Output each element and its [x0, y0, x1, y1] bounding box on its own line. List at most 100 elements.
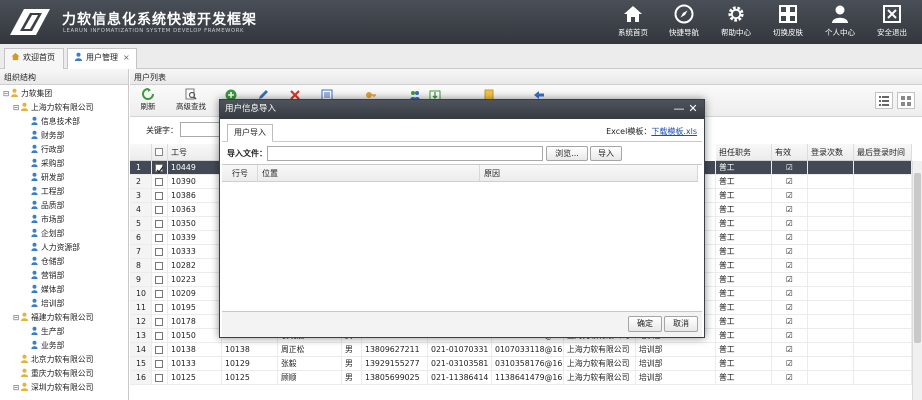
row-checkbox[interactable]: [155, 178, 163, 186]
nav-help[interactable]: 帮助中心: [710, 4, 762, 42]
tree-node[interactable]: 北京力软有限公司: [13, 353, 93, 367]
grid-header-last-login[interactable]: 最后登录时间: [854, 144, 912, 161]
tree-node[interactable]: 仓储部: [23, 255, 64, 269]
cell-last: [854, 189, 912, 203]
cell-id: 10449: [168, 161, 222, 175]
tree-node[interactable]: 信息技术部: [23, 115, 80, 129]
row-checkbox[interactable]: [155, 262, 163, 270]
tab-welcome[interactable]: 欢迎首页: [4, 48, 64, 69]
nav-home[interactable]: 系统首页: [607, 4, 659, 42]
row-checkbox[interactable]: [155, 276, 163, 284]
tree-node[interactable]: 品质部: [23, 199, 64, 213]
row-checkbox[interactable]: [155, 304, 163, 312]
row-checkbox[interactable]: [155, 332, 163, 340]
row-checkbox[interactable]: [155, 374, 163, 382]
tree-toggle-icon[interactable]: ⊟: [3, 87, 10, 101]
cell-job: 普工: [716, 259, 772, 273]
row-checkbox[interactable]: [155, 360, 163, 368]
row-checkbox[interactable]: [155, 164, 164, 174]
dialog-title-bar[interactable]: 用户信息导入 — ✕: [220, 100, 704, 119]
tree-node[interactable]: 媒体部: [23, 283, 64, 297]
cell-valid: ☑: [772, 217, 808, 231]
tab-user-import[interactable]: 用户导入: [227, 124, 273, 142]
nav-quick[interactable]: 快捷导航: [658, 4, 710, 42]
import-button[interactable]: 导入: [590, 146, 622, 161]
close-icon[interactable]: ✕: [687, 102, 699, 116]
cancel-button[interactable]: 取消: [664, 316, 698, 332]
tree-node[interactable]: 人力资源部: [23, 241, 80, 255]
tree-node[interactable]: 研发部: [23, 171, 64, 185]
cell-no: 8: [130, 259, 152, 273]
cell-last: [854, 357, 912, 371]
tree-node[interactable]: ⊟ 福建力软有限公司: [13, 311, 93, 325]
tree-node[interactable]: 培训部: [23, 297, 64, 311]
tree-node[interactable]: 采购部: [23, 157, 64, 171]
nav-logout[interactable]: 安全退出: [866, 4, 918, 42]
tree-node[interactable]: 行政部: [23, 143, 64, 157]
cell-company: 上海力软有限公司: [564, 371, 636, 385]
tree-node[interactable]: ⊟ 深圳力软有限公司: [13, 381, 93, 395]
list-view-button[interactable]: [875, 92, 893, 109]
cell-last: [854, 315, 912, 329]
row-checkbox[interactable]: [155, 318, 163, 326]
nav-skin[interactable]: 切换皮肤: [762, 4, 814, 42]
nav-profile[interactable]: 个人中心: [814, 4, 866, 42]
grid-header-rownum: [130, 144, 152, 161]
row-checkbox[interactable]: [155, 248, 163, 256]
row-checkbox[interactable]: [155, 206, 163, 214]
tree-toggle-icon[interactable]: ⊟: [13, 311, 20, 325]
row-checkbox[interactable]: [155, 290, 163, 298]
cell-dept: 培训部: [636, 371, 716, 385]
department-icon: [31, 172, 38, 181]
tree-node[interactable]: 财务部: [23, 129, 64, 143]
scrollbar-thumb[interactable]: [914, 173, 921, 343]
grid-header-login-count[interactable]: 登录次数: [808, 144, 854, 161]
grid-header-valid[interactable]: 有效: [772, 144, 808, 161]
close-icon[interactable]: ×: [123, 53, 130, 62]
tree-node[interactable]: ⊟ 上海力软有限公司: [13, 101, 93, 115]
select-all-checkbox[interactable]: [155, 148, 163, 156]
tree-toggle-icon[interactable]: ⊟: [13, 381, 20, 395]
compass-icon: [674, 4, 694, 24]
advanced-search-button[interactable]: 高级查找: [173, 87, 209, 115]
cell-mobile: 13929155277: [362, 357, 428, 371]
cell-tel: 021-03103581: [428, 357, 492, 371]
cell-job: 普工: [716, 245, 772, 259]
tree-node[interactable]: 重庆力软有限公司: [13, 367, 93, 381]
tree-node[interactable]: 生产部: [23, 325, 64, 339]
cell-job: 普工: [716, 231, 772, 245]
tree-node[interactable]: 企划部: [23, 227, 64, 241]
cell-name: 张毅: [278, 357, 342, 371]
cell-id: 10386: [168, 189, 222, 203]
grid-view-button[interactable]: [897, 92, 915, 109]
row-checkbox[interactable]: [155, 220, 163, 228]
grid-header-checkbox[interactable]: [152, 144, 168, 161]
row-checkbox[interactable]: [155, 346, 163, 354]
tab-user-management[interactable]: 用户管理 ×: [67, 48, 137, 69]
row-checkbox[interactable]: [155, 192, 163, 200]
exit-icon: [883, 5, 901, 23]
grid-header-id[interactable]: 工号: [168, 144, 222, 161]
vertical-scrollbar[interactable]: [912, 161, 922, 400]
confirm-button[interactable]: 确定: [628, 316, 662, 332]
tab-bar: 欢迎首页 用户管理 ×: [0, 44, 922, 69]
row-checkbox[interactable]: [155, 234, 163, 242]
tree-node[interactable]: 营销部: [23, 269, 64, 283]
tree-node[interactable]: 市场部: [23, 213, 64, 227]
department-icon: [31, 298, 38, 307]
browse-button[interactable]: 浏览...: [546, 146, 588, 161]
tree-node[interactable]: 工程部: [23, 185, 64, 199]
cell-valid: ☑: [772, 287, 808, 301]
cell-no: 5: [130, 217, 152, 231]
minimize-icon[interactable]: —: [673, 102, 685, 116]
grid-header-job[interactable]: 担任职务: [716, 144, 772, 161]
cell-no: 2: [130, 175, 152, 189]
tree-node[interactable]: ⊟ 力软集团: [3, 87, 52, 101]
file-path-input[interactable]: [267, 146, 543, 161]
cell-account: 10138: [222, 343, 278, 357]
tree-toggle-icon[interactable]: ⊟: [13, 101, 20, 115]
cell-job: 普工: [716, 273, 772, 287]
download-template-link[interactable]: 下载模板.xls: [651, 127, 697, 136]
tree-node[interactable]: 业务部: [23, 339, 64, 353]
refresh-button[interactable]: 刷新: [138, 87, 158, 115]
